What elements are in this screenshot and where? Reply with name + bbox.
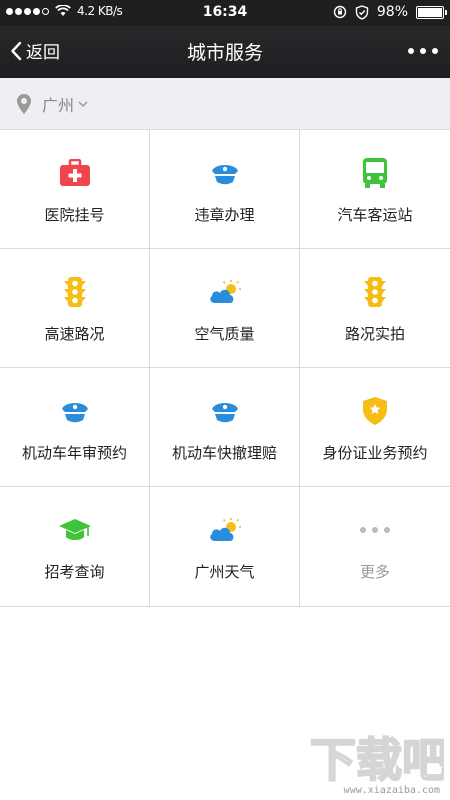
medical-kit-icon [58,156,92,190]
battery-percent: 98% [376,4,408,20]
service-label: 身份证业务预约 [322,444,428,462]
service-label: 广州天气 [194,563,255,581]
service-item[interactable]: 空气质量 [150,249,300,368]
watermark-url: www.xiazaiba.com [343,785,440,796]
service-item[interactable]: 机动车年审预约 [0,368,150,487]
status-right: 98% [333,4,447,20]
service-item[interactable]: 医院挂号 [0,130,150,249]
traffic-light-icon [58,275,92,309]
police-cap-icon [58,394,92,428]
graduation-cap-icon [58,513,92,547]
services-grid: 医院挂号 违章办理 汽车客运站高速路况 空气质量 路况实拍机动车年审预约 机动车快撤理赔 身… [0,130,450,607]
location-pin-icon [17,94,31,114]
service-label: 违章办理 [194,206,255,224]
service-item[interactable]: 机动车快撤理赔 [150,368,300,487]
police-cap-icon [208,394,242,428]
chevron-left-icon [11,41,22,60]
police-cap-icon [208,156,242,190]
status-bar: 4.2 KB/s 16:34 98% [0,0,450,26]
service-label: 更多 [359,563,390,581]
service-item[interactable]: 更多 [300,487,450,606]
svg-text:下载吧: 下载吧 [310,733,444,787]
watermark-logo: 下载吧 [309,732,444,788]
weather-icon [208,513,242,547]
service-item[interactable]: 违章办理 [150,130,300,249]
page-title: 城市服务 [186,42,263,64]
service-item[interactable]: 广州天气 [150,487,300,606]
battery-icon [416,5,447,19]
more-dot [432,48,438,54]
nav-bar: 返回 城市服务 [0,26,450,78]
weather-icon [208,275,242,309]
city-name: 广州 [42,96,75,115]
back-label: 返回 [26,43,60,63]
service-item[interactable]: 招考查询 [0,487,150,606]
more-dot [420,48,426,54]
service-item[interactable]: 汽车客运站 [300,130,450,249]
city-selector[interactable]: 广州 [16,92,88,116]
rotation-lock-icon [333,5,347,19]
service-label: 招考查询 [44,563,105,581]
service-label: 高速路况 [44,325,105,343]
service-label: 医院挂号 [44,206,105,224]
service-label: 路况实拍 [344,325,405,343]
service-item[interactable]: 路况实拍 [300,249,450,368]
more-dot [408,48,414,54]
traffic-light-icon [358,275,392,309]
shield-icon [355,4,369,20]
location-bar: 广州 [0,78,450,130]
service-label: 汽车客运站 [337,206,413,224]
more-options-button[interactable] [408,38,438,64]
service-label: 机动车年审预约 [21,444,127,462]
bus-icon [358,156,392,190]
service-label: 空气质量 [194,325,255,343]
battery-fill [418,7,442,17]
service-label: 机动车快撤理赔 [171,444,277,462]
more-dots-icon [358,513,392,547]
back-button[interactable]: 返回 [10,38,60,63]
badge-shield-icon [358,394,392,428]
service-item[interactable]: 身份证业务预约 [300,368,450,487]
chevron-down-icon [78,101,88,107]
service-item[interactable]: 高速路况 [0,249,150,368]
